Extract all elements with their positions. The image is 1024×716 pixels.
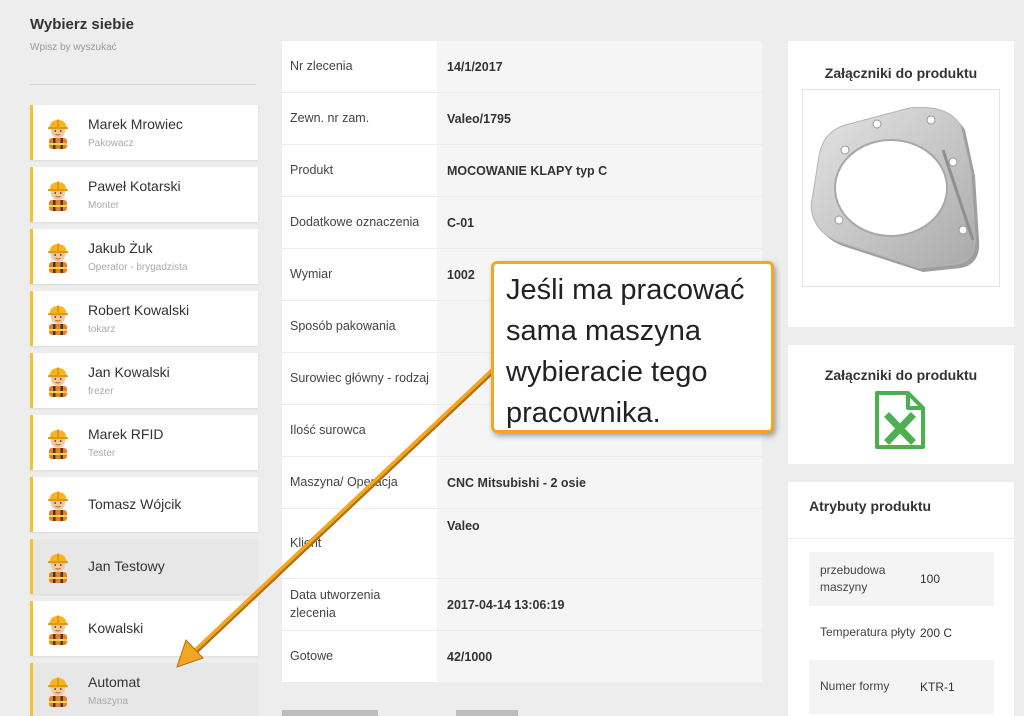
worker-role: tokarz — [88, 324, 116, 335]
worker-name: Automat — [88, 674, 141, 690]
worker-avatar-icon — [43, 551, 73, 583]
row-label: Gotowe — [282, 631, 437, 682]
worker-card[interactable]: Marek Mrowiec Pakowacz — [30, 105, 258, 160]
card-title: Załączniki do produktu — [824, 367, 978, 383]
attributes-table: przebudowa maszyny 100 Temperatura płyty… — [809, 552, 994, 714]
row-label: Surowiec główny - rodzaj — [282, 353, 437, 404]
divider — [30, 84, 256, 85]
attribute-name: przebudowa maszyny — [820, 562, 886, 594]
worker-role: Monter — [88, 200, 120, 211]
worker-avatar-icon — [43, 117, 73, 149]
table-row: Temperatura płyty 200 C — [809, 606, 994, 660]
worker-avatar-icon — [43, 613, 73, 645]
attribute-value: 100 — [920, 572, 941, 586]
worker-name: Jakub Żuk — [88, 240, 153, 256]
worker-name: Marek Mrowiec — [88, 116, 183, 132]
worker-avatar-icon — [43, 675, 73, 707]
worker-card[interactable]: Jan Kowalski frezer — [30, 353, 258, 408]
card-title: Załączniki do produktu — [824, 65, 978, 81]
row-label: Sposób pakowania — [282, 301, 437, 352]
bottom-button-partial[interactable] — [456, 710, 518, 716]
row-label: Data utworzenia zlecenia — [282, 579, 437, 630]
worker-role: Tester — [88, 448, 116, 459]
worker-card[interactable]: Paweł Kotarski Monter — [30, 167, 258, 222]
bottom-button-partial[interactable] — [282, 710, 378, 716]
attribute-value: KTR-1 — [920, 680, 955, 694]
table-row: Maszyna/ Operacja CNC Mitsubishi - 2 osi… — [282, 457, 762, 509]
worker-name: Marek RFID — [88, 426, 164, 442]
row-value: MOCOWANIE KLAPY typ C — [437, 145, 762, 196]
worker-role: Maszyna — [88, 696, 129, 707]
image-attachments-card: Załączniki do produktu — [788, 41, 1014, 327]
row-value: 2017-04-14 13:06:19 — [437, 579, 762, 630]
table-row: Data utworzenia zlecenia 2017-04-14 13:0… — [282, 579, 762, 631]
attribute-value: 200 C — [920, 626, 953, 640]
worker-role: Pakowacz — [88, 138, 134, 149]
worker-avatar-icon — [43, 489, 73, 521]
worker-name: Kowalski — [88, 620, 144, 636]
row-label: Wymiar — [282, 249, 437, 300]
worker-card[interactable]: Tomasz Wójcik — [30, 477, 258, 532]
worker-name: Tomasz Wójcik — [88, 496, 182, 512]
product-image[interactable] — [802, 89, 1000, 287]
row-value: 42/1000 — [437, 631, 762, 682]
card-title: Atrybuty produktu — [788, 482, 1014, 539]
row-value: 14/1/2017 — [437, 41, 762, 92]
row-label: Ilość surowca — [282, 405, 437, 456]
worker-search-hint[interactable]: Wpisz by wyszukać — [30, 42, 117, 53]
worker-avatar-icon — [43, 179, 73, 211]
row-value: Valeo/1795 — [437, 93, 762, 144]
table-row: przebudowa maszyny 100 — [809, 552, 994, 606]
worker-name: Jan Testowy — [88, 558, 165, 574]
row-value: Valeo — [437, 509, 762, 578]
row-label: Nr zlecenia — [282, 41, 437, 92]
annotation-callout: Jeśli ma pracować sama maszyna wybieraci… — [491, 261, 774, 433]
table-row: Nr zlecenia 14/1/2017 — [282, 41, 762, 93]
worker-role: Operator - brygadzista — [88, 262, 188, 273]
worker-name: Paweł Kotarski — [88, 178, 181, 194]
worker-avatar-icon — [43, 303, 73, 335]
excel-file-icon[interactable] — [874, 390, 926, 450]
row-label: Klient — [282, 509, 437, 578]
worker-card[interactable]: Kowalski — [30, 601, 258, 656]
file-attachments-card: Załączniki do produktu — [788, 345, 1014, 464]
attribute-name: Numer formy — [820, 679, 890, 694]
table-row: Klient Valeo — [282, 509, 762, 579]
worker-card[interactable]: Jan Testowy — [30, 539, 258, 594]
row-label: Produkt — [282, 145, 437, 196]
attribute-name: Temperatura płyty — [820, 625, 916, 640]
row-value: CNC Mitsubishi - 2 osie — [437, 457, 762, 508]
row-label: Dodatkowe oznaczenia — [282, 197, 437, 248]
worker-role: frezer — [88, 386, 114, 397]
row-label: Maszyna/ Operacja — [282, 457, 437, 508]
product-attributes-card: Atrybuty produktu przebudowa maszyny 100… — [788, 482, 1014, 716]
worker-card[interactable]: Marek RFID Tester — [30, 415, 258, 470]
worker-card[interactable]: Jakub Żuk Operator - brygadzista — [30, 229, 258, 284]
table-row: Dodatkowe oznaczenia C-01 — [282, 197, 762, 249]
table-row: Zewn. nr zam. Valeo/1795 — [282, 93, 762, 145]
row-label: Zewn. nr zam. — [282, 93, 437, 144]
row-value: C-01 — [437, 197, 762, 248]
table-row: Produkt MOCOWANIE KLAPY typ C — [282, 145, 762, 197]
worker-card-automat[interactable]: Automat Maszyna — [30, 663, 258, 716]
metal-bracket-image — [810, 106, 980, 272]
worker-avatar-icon — [43, 241, 73, 273]
table-row: Numer formy KTR-1 — [809, 660, 994, 714]
worker-list: Marek Mrowiec Pakowacz Paweł Kotarski Mo… — [30, 105, 258, 716]
worker-avatar-icon — [43, 365, 73, 397]
worker-panel-title: Wybierz siebie — [30, 16, 134, 33]
worker-card[interactable]: Robert Kowalski tokarz — [30, 291, 258, 346]
worker-name: Robert Kowalski — [88, 302, 190, 318]
worker-avatar-icon — [43, 427, 73, 459]
table-row: Gotowe 42/1000 — [282, 631, 762, 683]
worker-name: Jan Kowalski — [88, 364, 170, 380]
